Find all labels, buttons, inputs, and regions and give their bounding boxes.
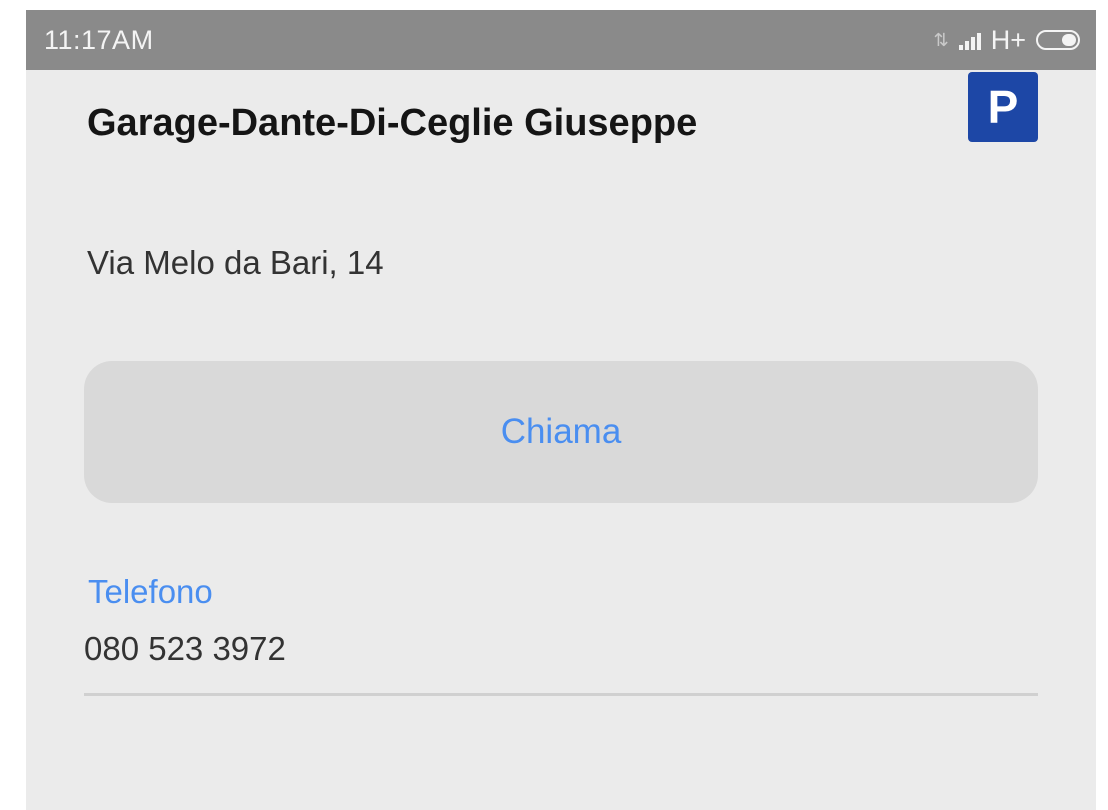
signal-strength-icon: [958, 30, 981, 50]
status-bar: 11:17AM ⇅ H+: [26, 10, 1096, 70]
divider: [84, 693, 1038, 696]
status-indicators: ⇅ H+: [934, 22, 1080, 58]
data-activity-icon: ⇅: [933, 30, 949, 50]
call-button[interactable]: Chiama: [84, 361, 1038, 503]
phone-label: Telefono: [88, 573, 213, 610]
network-type: H+: [990, 24, 1026, 55]
place-address: Via Melo da Bari, 14: [87, 244, 384, 281]
app-screen: 11:17AM ⇅ H+ Garage-Dante-Di-Ceglie Gius…: [26, 10, 1096, 810]
phone-number[interactable]: 080 523 3972: [84, 630, 286, 668]
battery-icon: [1036, 30, 1080, 50]
parking-icon: P: [968, 72, 1038, 142]
status-time: 11:17AM: [44, 25, 154, 55]
battery-level: [1062, 34, 1076, 46]
place-title: Garage-Dante-Di-Ceglie Giuseppe: [87, 102, 698, 144]
